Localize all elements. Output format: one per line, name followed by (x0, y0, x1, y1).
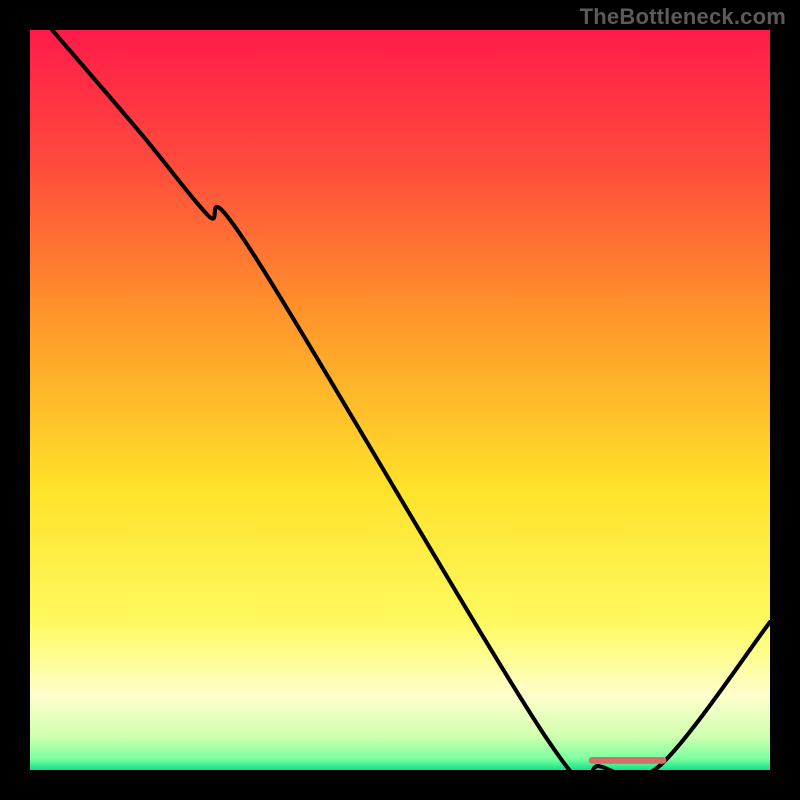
watermark-text: TheBottleneck.com (580, 4, 786, 30)
curve-layer (30, 30, 770, 770)
chart-stage: TheBottleneck.com (0, 0, 800, 800)
plot-area (30, 30, 770, 770)
bottleneck-curve (52, 30, 770, 770)
optimum-marker (589, 757, 667, 764)
